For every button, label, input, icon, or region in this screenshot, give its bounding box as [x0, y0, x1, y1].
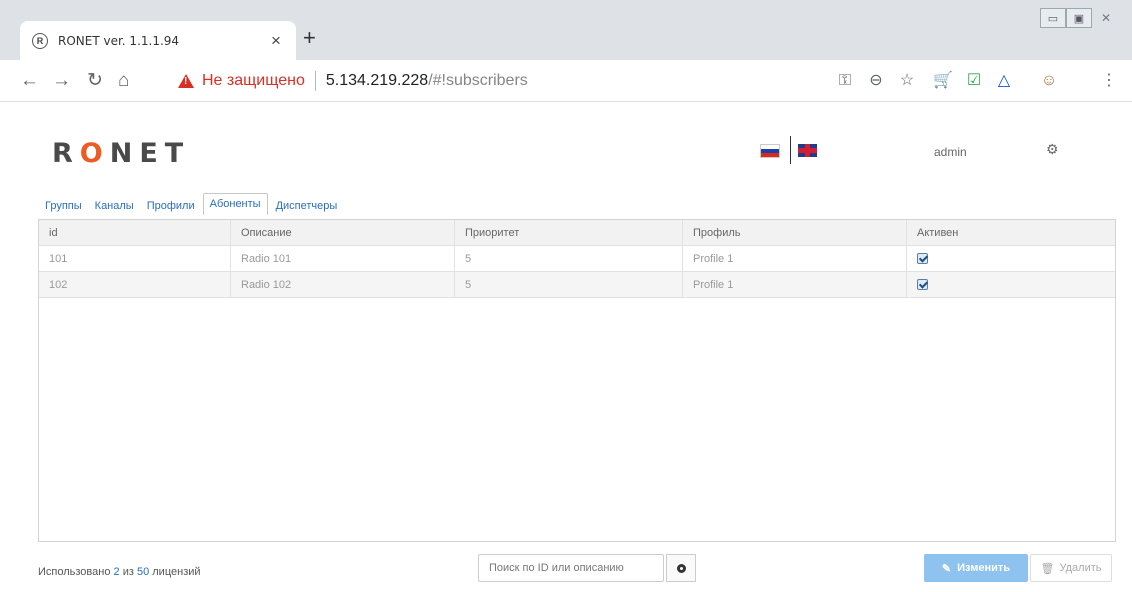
- tab-subscribers[interactable]: Абоненты: [202, 193, 268, 215]
- active-checkbox[interactable]: [917, 279, 928, 290]
- trash-icon: 🗑: [1040, 562, 1055, 575]
- header-priority[interactable]: Приоритет: [455, 220, 683, 245]
- cell-id: 101: [39, 246, 231, 271]
- checkbox-extension-icon[interactable]: ☑: [963, 71, 985, 91]
- logo-r: R: [52, 138, 80, 169]
- search-input[interactable]: [478, 554, 664, 582]
- username[interactable]: admin: [934, 145, 967, 159]
- tab-profiles[interactable]: Профили: [142, 196, 200, 215]
- omnibox-divider: [314, 71, 316, 91]
- table-row[interactable]: 101 Radio 101 5 Profile 1: [39, 246, 1115, 272]
- cell-priority: 5: [455, 272, 683, 297]
- pencil-icon: ✎: [941, 562, 952, 575]
- home-icon[interactable]: ⌂: [118, 71, 129, 91]
- active-checkbox[interactable]: [917, 253, 928, 264]
- cell-description: Radio 102: [231, 272, 455, 297]
- forward-icon[interactable]: →: [52, 71, 71, 91]
- url-path: /#!subscribers: [428, 72, 528, 89]
- window-controls: ▭ ▣ ✕: [1040, 8, 1120, 28]
- key-icon[interactable]: ⚿: [834, 71, 856, 91]
- profile-avatar-icon[interactable]: ☺: [1038, 71, 1060, 91]
- license-suffix: лицензий: [149, 566, 201, 578]
- ronet-favicon-icon: R: [32, 32, 48, 49]
- cell-profile: Profile 1: [683, 272, 907, 297]
- tab-channels[interactable]: Каналы: [90, 196, 139, 215]
- search-circle-icon: [676, 563, 686, 573]
- delete-label: Удалить: [1059, 562, 1102, 574]
- browser-tab[interactable]: R RONET ver. 1.1.1.94 ×: [20, 21, 296, 60]
- section-tabs: Группы Каналы Профили Абоненты Диспетчер…: [40, 191, 345, 215]
- url-host: 5.134.219.228: [325, 72, 429, 89]
- ronet-logo: RONET: [52, 138, 190, 169]
- logo-o: O: [79, 138, 110, 169]
- cell-profile: Profile 1: [683, 246, 907, 271]
- warning-icon: [178, 74, 194, 88]
- insecure-label: Не защищено: [202, 72, 305, 89]
- tab-groups[interactable]: Группы: [40, 196, 87, 215]
- drive-extension-icon[interactable]: △: [993, 71, 1015, 91]
- russian-flag-icon[interactable]: [760, 144, 780, 158]
- subscribers-table: id Описание Приоритет Профиль Активен 10…: [38, 219, 1116, 542]
- cart-extension-icon[interactable]: 🛒: [932, 71, 954, 91]
- cell-id: 102: [39, 272, 231, 297]
- license-mid: из: [119, 566, 137, 578]
- cell-priority: 5: [455, 246, 683, 271]
- edit-button[interactable]: ✎ Изменить: [924, 554, 1028, 582]
- logo-net: NET: [109, 138, 191, 169]
- header-profile[interactable]: Профиль: [683, 220, 907, 245]
- edit-label: Изменить: [957, 562, 1011, 574]
- header-description[interactable]: Описание: [231, 220, 455, 245]
- cell-active: [907, 272, 1115, 297]
- menu-dots-icon[interactable]: ⋮: [1098, 71, 1120, 91]
- license-prefix: Использовано: [38, 566, 114, 578]
- tab-dispatchers[interactable]: Диспетчеры: [271, 196, 343, 215]
- close-window-icon[interactable]: ✕: [1092, 8, 1120, 28]
- header-id[interactable]: id: [39, 220, 231, 245]
- bookmark-star-icon[interactable]: ☆: [896, 71, 918, 91]
- cell-active: [907, 246, 1115, 271]
- tab-title: RONET ver. 1.1.1.94: [58, 33, 180, 48]
- new-tab-icon[interactable]: +: [303, 27, 316, 49]
- minimize-icon[interactable]: ▭: [1040, 8, 1066, 28]
- licenses-total: 50: [136, 566, 150, 578]
- browser-tab-strip: R RONET ver. 1.1.1.94 × + ▭ ▣ ✕: [0, 0, 1132, 60]
- settings-gears-icon[interactable]: ⚙: [1046, 141, 1059, 158]
- language-divider: [790, 136, 791, 164]
- app-content: RONET admin ⚙ Группы Каналы Профили Абон…: [0, 103, 1132, 592]
- zoom-icon[interactable]: ⊖: [865, 71, 887, 91]
- table-row[interactable]: 102 Radio 102 5 Profile 1: [39, 272, 1115, 298]
- maximize-icon[interactable]: ▣: [1066, 8, 1092, 28]
- back-icon[interactable]: ←: [20, 71, 39, 91]
- search-button[interactable]: [666, 554, 696, 582]
- browser-toolbar: ← → ↻ ⌂ Не защищено 5.134.219.228 /#!sub…: [0, 60, 1132, 102]
- delete-button[interactable]: 🗑 Удалить: [1030, 554, 1112, 582]
- close-tab-icon[interactable]: ×: [268, 31, 284, 51]
- cell-description: Radio 101: [231, 246, 455, 271]
- reload-icon[interactable]: ↻: [87, 71, 103, 91]
- license-usage: Использовано 2 из 50 лицензий: [38, 566, 201, 578]
- table-header-row: id Описание Приоритет Профиль Активен: [39, 220, 1115, 246]
- header-active[interactable]: Активен: [907, 220, 1115, 245]
- english-flag-icon[interactable]: [798, 144, 817, 157]
